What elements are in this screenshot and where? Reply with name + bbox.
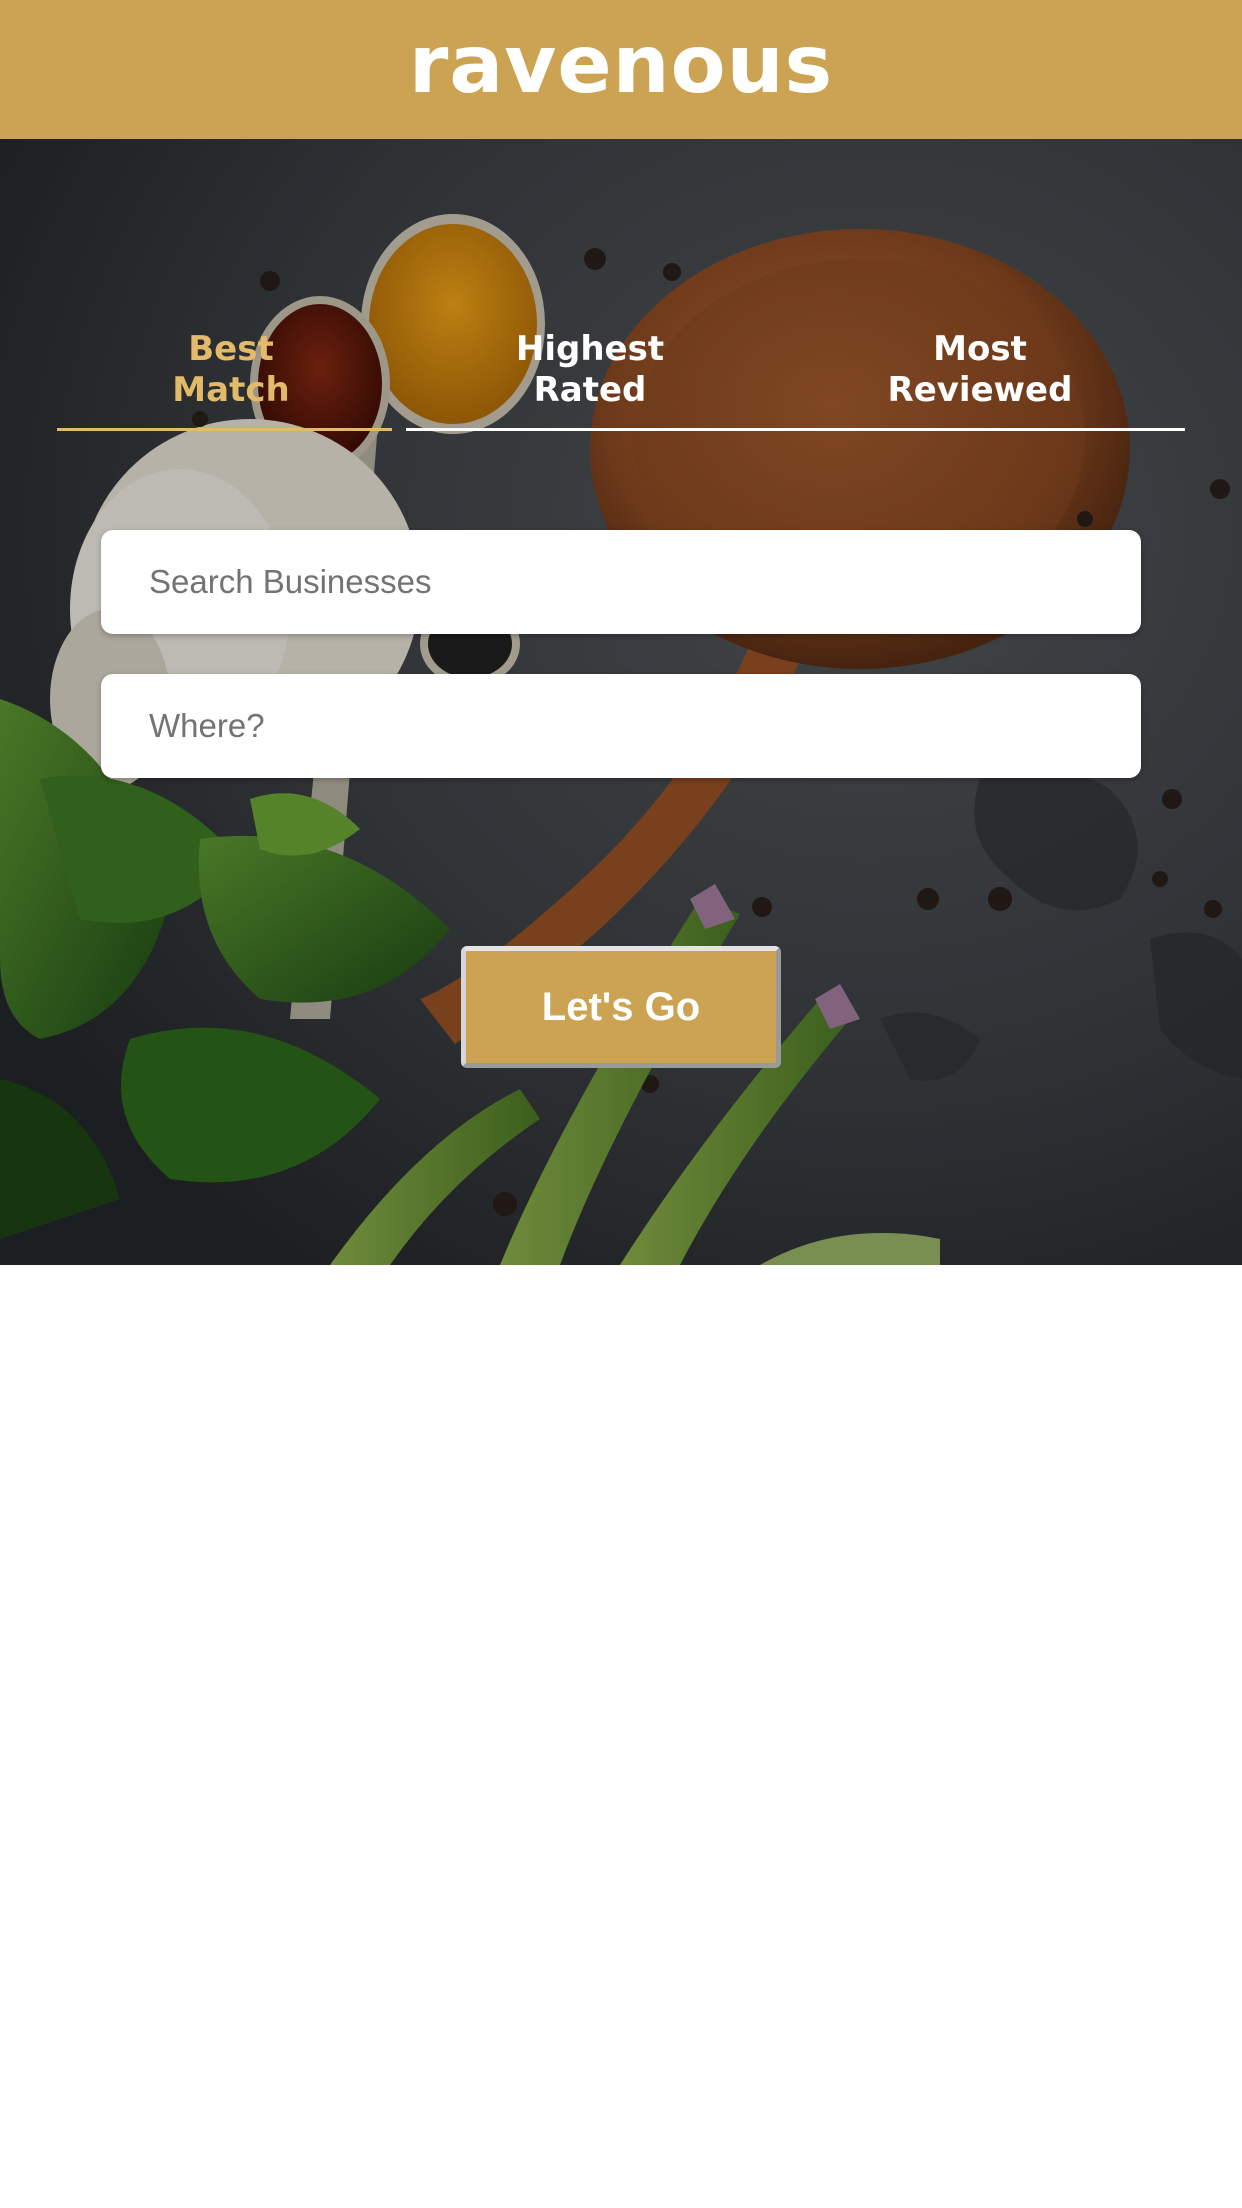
lets-go-button[interactable]: Let's Go: [461, 946, 781, 1068]
tab-best-match[interactable]: Best Match: [141, 329, 321, 421]
business-search-input[interactable]: [101, 530, 1141, 634]
tab-most-reviewed-label: Most Reviewed: [887, 329, 1073, 410]
app-header: ravenous: [0, 0, 1242, 139]
search-hero: Best Match Highest Rated Most Reviewed L…: [0, 139, 1242, 1265]
business-search-field: [101, 530, 1141, 634]
tab-most-reviewed[interactable]: Most Reviewed: [880, 329, 1080, 421]
tab-highest-rated[interactable]: Highest Rated: [500, 329, 680, 421]
location-search-field: [101, 674, 1141, 778]
location-search-input[interactable]: [101, 674, 1141, 778]
tab-underline-active: [57, 428, 392, 431]
tab-underline: [406, 428, 1185, 431]
tab-highest-rated-label: Highest Rated: [515, 329, 665, 410]
tab-best-match-label: Best Match: [172, 329, 290, 410]
app-logo: ravenous: [408, 17, 834, 111]
